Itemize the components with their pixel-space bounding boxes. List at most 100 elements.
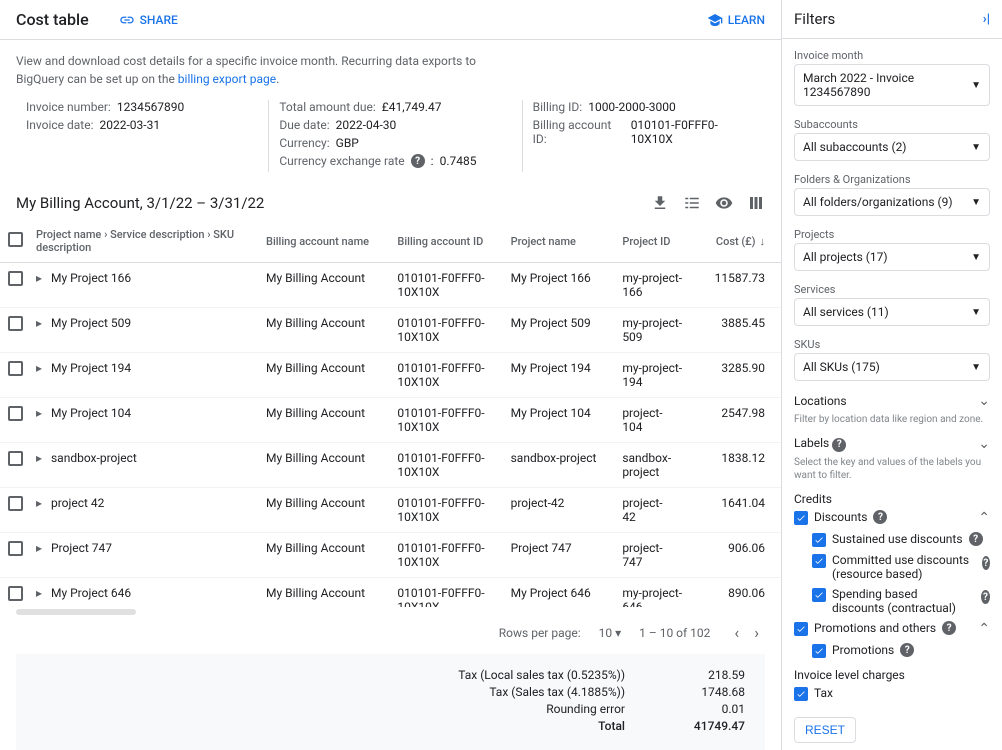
chevron-down-icon: ▼ [971, 142, 981, 153]
spending-checkbox[interactable] [812, 588, 826, 602]
projects-select[interactable]: All projects (17)▼ [794, 243, 990, 271]
account-title: My Billing Account, 3/1/22 – 3/31/22 [16, 194, 651, 212]
total-due: £41,749.47 [382, 100, 442, 114]
row-checkbox[interactable] [8, 316, 23, 331]
help-icon[interactable]: ? [942, 621, 956, 635]
visibility-icon[interactable] [715, 194, 733, 212]
summary-panel: Tax (Local sales tax (0.5235%))218.59 Ta… [16, 654, 765, 750]
col-project-id[interactable]: Project ID [616, 220, 698, 263]
row-checkbox[interactable] [8, 541, 23, 556]
expand-icon[interactable]: ▸ [36, 541, 48, 555]
cell-billing-acct-name: My Billing Account [260, 308, 391, 353]
expand-icon[interactable]: ▸ [36, 361, 48, 375]
subaccounts-select[interactable]: All subaccounts (2)▼ [794, 133, 990, 161]
sustained-checkbox[interactable] [812, 533, 826, 547]
prev-page-icon[interactable]: ‹ [728, 623, 745, 642]
row-checkbox[interactable] [8, 361, 23, 376]
expand-icon[interactable]: ▸ [36, 406, 48, 420]
link-icon [119, 12, 135, 28]
billing-id-label: Billing ID: [533, 100, 583, 114]
table-row: ▸ project 42My Billing Account010101-F0F… [0, 488, 781, 533]
help-icon[interactable]: ? [900, 643, 914, 657]
cell-project-sku: My Project 646 [51, 586, 131, 600]
cell-project-id: my-project-646 [616, 578, 698, 608]
help-icon[interactable]: ? [982, 556, 990, 570]
promo-others-checkbox[interactable] [794, 622, 808, 636]
col-billing-acct-name[interactable]: Billing account name [260, 220, 391, 263]
services-select[interactable]: All services (11)▼ [794, 298, 990, 326]
share-button[interactable]: SHARE [119, 12, 178, 28]
table-row: ▸ sandbox-projectMy Billing Account01010… [0, 443, 781, 488]
folders-select[interactable]: All folders/organizations (9)▼ [794, 188, 990, 216]
discounts-checkbox[interactable] [794, 511, 808, 525]
tax-label: Tax [814, 686, 833, 700]
help-icon[interactable]: ? [981, 590, 990, 604]
tax-checkbox[interactable] [794, 687, 808, 701]
due-date: 2022-04-30 [336, 118, 397, 132]
learn-button[interactable]: LEARN [707, 12, 765, 28]
columns-icon[interactable] [747, 194, 765, 212]
next-page-icon[interactable]: › [748, 623, 765, 642]
chevron-down-icon[interactable]: ⌄ [978, 393, 990, 409]
collapse-filters-icon[interactable]: ›| [983, 12, 990, 27]
chevron-up-icon[interactable]: ⌃ [978, 510, 990, 526]
reset-button[interactable]: RESET [794, 717, 856, 743]
committed-checkbox[interactable] [812, 554, 826, 568]
invoice-date-label: Invoice date: [26, 118, 94, 132]
col-project-sku[interactable]: Project name › Service description › SKU… [30, 220, 260, 263]
committed-label: Committed use discounts (resource based) [832, 553, 970, 581]
promotions-label: Promotions [832, 643, 894, 657]
subaccounts-label: Subaccounts [794, 118, 990, 131]
skus-select[interactable]: All SKUs (175)▼ [794, 353, 990, 381]
select-all-checkbox[interactable] [8, 232, 23, 247]
help-icon[interactable]: ? [832, 438, 846, 452]
chevron-up-icon[interactable]: ⌃ [978, 621, 990, 637]
cell-billing-acct-id: 010101-F0FFF0-10X10X [391, 443, 504, 488]
expand-icon[interactable]: ▸ [36, 496, 48, 510]
chevron-down-icon[interactable]: ⌄ [978, 436, 990, 452]
row-checkbox[interactable] [8, 451, 23, 466]
help-icon[interactable]: ? [411, 154, 425, 168]
invoice-month-select[interactable]: March 2022 - Invoice 1234567890▼ [794, 64, 990, 106]
promotions-checkbox[interactable] [812, 644, 826, 658]
download-icon[interactable] [651, 194, 669, 212]
rows-per-page-label: Rows per page: [499, 626, 581, 640]
help-icon[interactable]: ? [873, 510, 887, 524]
tax1-value: 218.59 [665, 668, 745, 682]
cell-billing-acct-name: My Billing Account [260, 578, 391, 608]
currency: GBP [336, 136, 359, 150]
expand-icon[interactable]: ▸ [36, 271, 48, 285]
row-checkbox[interactable] [8, 496, 23, 511]
col-project-name[interactable]: Project name [505, 220, 617, 263]
projects-label: Projects [794, 228, 990, 241]
cell-billing-acct-name: My Billing Account [260, 353, 391, 398]
expand-icon[interactable]: ▸ [36, 316, 48, 330]
rows-per-page-select[interactable]: 10 ▾ [599, 626, 622, 640]
folders-label: Folders & Organizations [794, 173, 990, 186]
row-checkbox[interactable] [8, 586, 23, 601]
row-checkbox[interactable] [8, 271, 23, 286]
cell-project-name: My Project 509 [505, 308, 617, 353]
group-icon[interactable] [683, 194, 701, 212]
chevron-down-icon: ▼ [971, 80, 981, 91]
chevron-down-icon: ▼ [971, 252, 981, 263]
help-icon[interactable]: ? [969, 532, 983, 546]
expand-icon[interactable]: ▸ [36, 586, 48, 600]
expand-icon[interactable]: ▸ [36, 451, 48, 465]
cell-billing-acct-id: 010101-F0FFF0-10X10X [391, 533, 504, 578]
cell-project-id: my-project-194 [616, 353, 698, 398]
cell-project-sku: My Project 509 [51, 316, 131, 330]
spending-label: Spending based discounts (contractual) [832, 587, 969, 615]
row-checkbox[interactable] [8, 406, 23, 421]
col-billing-acct-id[interactable]: Billing account ID [391, 220, 504, 263]
sustained-label: Sustained use discounts [832, 532, 963, 546]
due-date-label: Due date: [279, 118, 329, 132]
exch-label: Currency exchange rate [279, 154, 404, 168]
cell-billing-acct-id: 010101-F0FFF0-10X10X [391, 263, 504, 308]
cell-cost: 1838.12 [698, 443, 781, 488]
total-value: 41749.47 [665, 719, 745, 733]
col-cost[interactable]: Cost (£)↓ [698, 220, 781, 263]
rounding-label: Rounding error [325, 702, 625, 716]
cell-project-sku: My Project 166 [51, 271, 131, 285]
billing-export-link[interactable]: billing export page [178, 72, 276, 86]
